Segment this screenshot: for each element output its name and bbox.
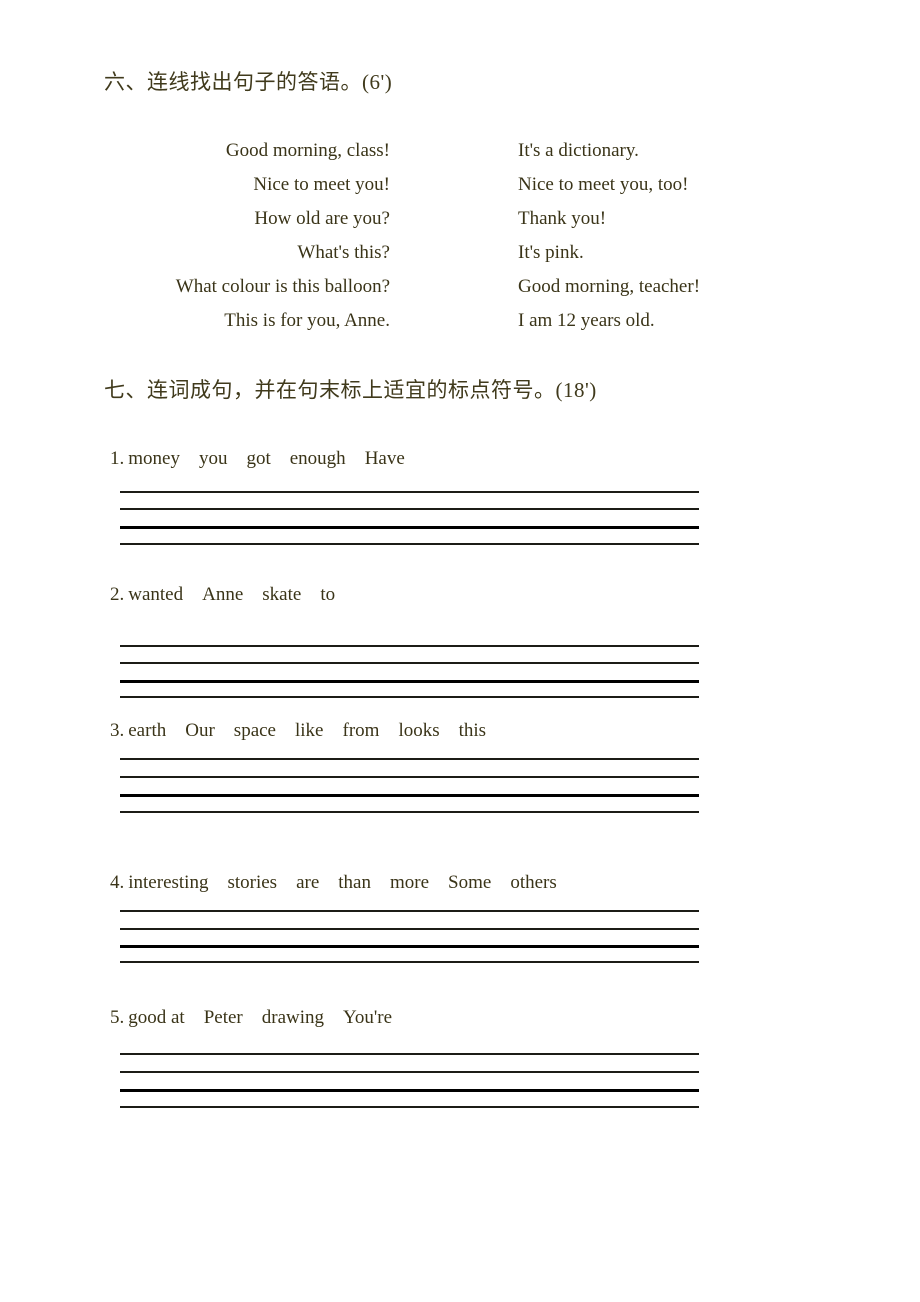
match-prompt[interactable]: How old are you? bbox=[0, 208, 390, 230]
section-seven-heading: 七、连词成句，并在句末标上适宜的标点符号。(18') bbox=[104, 378, 597, 402]
writing-rule[interactable] bbox=[120, 680, 699, 683]
scrambled-word: good at bbox=[128, 1007, 185, 1028]
scrambled-word: Some bbox=[448, 872, 492, 893]
match-row: Good morning, class! It's a dictionary. bbox=[0, 140, 920, 174]
writing-rule[interactable] bbox=[120, 928, 699, 930]
match-prompt[interactable]: Nice to meet you! bbox=[0, 174, 390, 196]
item-number: 3. bbox=[110, 720, 125, 741]
scrambled-word: than bbox=[338, 872, 371, 893]
writing-rule[interactable] bbox=[120, 1106, 699, 1108]
scrambled-word: more bbox=[389, 872, 430, 893]
scrambled-word: drawing bbox=[261, 1007, 325, 1028]
scrambled-word: wanted bbox=[128, 584, 184, 605]
scrambled-word: space bbox=[233, 720, 276, 741]
scrambled-word: Anne bbox=[202, 584, 244, 605]
scrambled-word: you bbox=[198, 448, 228, 469]
scrambled-word: earth bbox=[128, 720, 167, 741]
section-six-heading: 六、连线找出句子的答语。(6') bbox=[104, 70, 393, 94]
writing-rule[interactable] bbox=[120, 543, 699, 545]
item-number: 5. bbox=[110, 1007, 125, 1028]
match-answer[interactable]: I am 12 years old. bbox=[518, 310, 655, 332]
scrambled-word: Have bbox=[364, 448, 405, 469]
match-prompt[interactable]: This is for you, Anne. bbox=[0, 310, 390, 332]
scrambled-word: others bbox=[510, 872, 557, 893]
match-answer[interactable]: Nice to meet you, too! bbox=[518, 174, 688, 196]
scrambled-word: like bbox=[295, 720, 324, 741]
ordering-prompt: 3. earth Our space like from looks this bbox=[110, 720, 486, 742]
item-number: 1. bbox=[110, 448, 125, 469]
writing-rule[interactable] bbox=[120, 662, 699, 664]
writing-rule[interactable] bbox=[120, 696, 699, 698]
item-number: 4. bbox=[110, 872, 125, 893]
worksheet-page: 六、连线找出句子的答语。(6') Good morning, class! It'… bbox=[0, 0, 920, 1302]
writing-rule[interactable] bbox=[120, 645, 699, 647]
writing-rule[interactable] bbox=[120, 526, 699, 529]
item-number: 2. bbox=[110, 584, 125, 605]
writing-rule[interactable] bbox=[120, 1071, 699, 1073]
scrambled-word: this bbox=[458, 720, 487, 741]
scrambled-word: Peter bbox=[203, 1007, 243, 1028]
ordering-prompt: 1. money you got enough Have bbox=[110, 448, 405, 470]
matching-exercise: Good morning, class! It's a dictionary. Ni… bbox=[0, 140, 920, 344]
match-prompt[interactable]: What's this? bbox=[0, 242, 390, 264]
writing-rule[interactable] bbox=[120, 794, 699, 797]
writing-rule[interactable] bbox=[120, 1053, 699, 1055]
writing-rule[interactable] bbox=[120, 1089, 699, 1092]
scrambled-word: to bbox=[320, 584, 336, 605]
scrambled-word: Our bbox=[185, 720, 215, 741]
match-prompt[interactable]: What colour is this balloon? bbox=[0, 276, 390, 298]
match-answer[interactable]: Good morning, teacher! bbox=[518, 276, 700, 298]
scrambled-word: skate bbox=[262, 584, 302, 605]
writing-rule[interactable] bbox=[120, 811, 699, 813]
scrambled-word: are bbox=[296, 872, 320, 893]
match-row: Nice to meet you! Nice to meet you, too! bbox=[0, 174, 920, 208]
ordering-prompt: 5. good at Peter drawing You're bbox=[110, 1007, 392, 1029]
scrambled-word: enough bbox=[289, 448, 346, 469]
writing-rule[interactable] bbox=[120, 508, 699, 510]
ordering-prompt: 4. interesting stories are than more Some other… bbox=[110, 872, 557, 894]
match-row: How old are you? Thank you! bbox=[0, 208, 920, 242]
scrambled-word: looks bbox=[398, 720, 440, 741]
writing-rule[interactable] bbox=[120, 758, 699, 760]
scrambled-word: from bbox=[342, 720, 380, 741]
scrambled-word: got bbox=[246, 448, 271, 469]
match-row: What colour is this balloon? Good morning… bbox=[0, 276, 920, 310]
scrambled-word: money bbox=[128, 448, 180, 469]
match-answer[interactable]: It's a dictionary. bbox=[518, 140, 639, 162]
match-row: This is for you, Anne. I am 12 years old. bbox=[0, 310, 920, 344]
match-answer[interactable]: Thank you! bbox=[518, 208, 606, 230]
writing-rule[interactable] bbox=[120, 961, 699, 963]
match-row: What's this? It's pink. bbox=[0, 242, 920, 276]
writing-rule[interactable] bbox=[120, 945, 699, 948]
writing-rule[interactable] bbox=[120, 776, 699, 778]
match-prompt[interactable]: Good morning, class! bbox=[0, 140, 390, 162]
ordering-prompt: 2. wanted Anne skate to bbox=[110, 584, 335, 606]
scrambled-word: interesting bbox=[128, 872, 209, 893]
writing-rule[interactable] bbox=[120, 910, 699, 912]
match-answer[interactable]: It's pink. bbox=[518, 242, 584, 264]
scrambled-word: stories bbox=[227, 872, 278, 893]
scrambled-word: You're bbox=[343, 1007, 393, 1028]
writing-rule[interactable] bbox=[120, 491, 699, 493]
